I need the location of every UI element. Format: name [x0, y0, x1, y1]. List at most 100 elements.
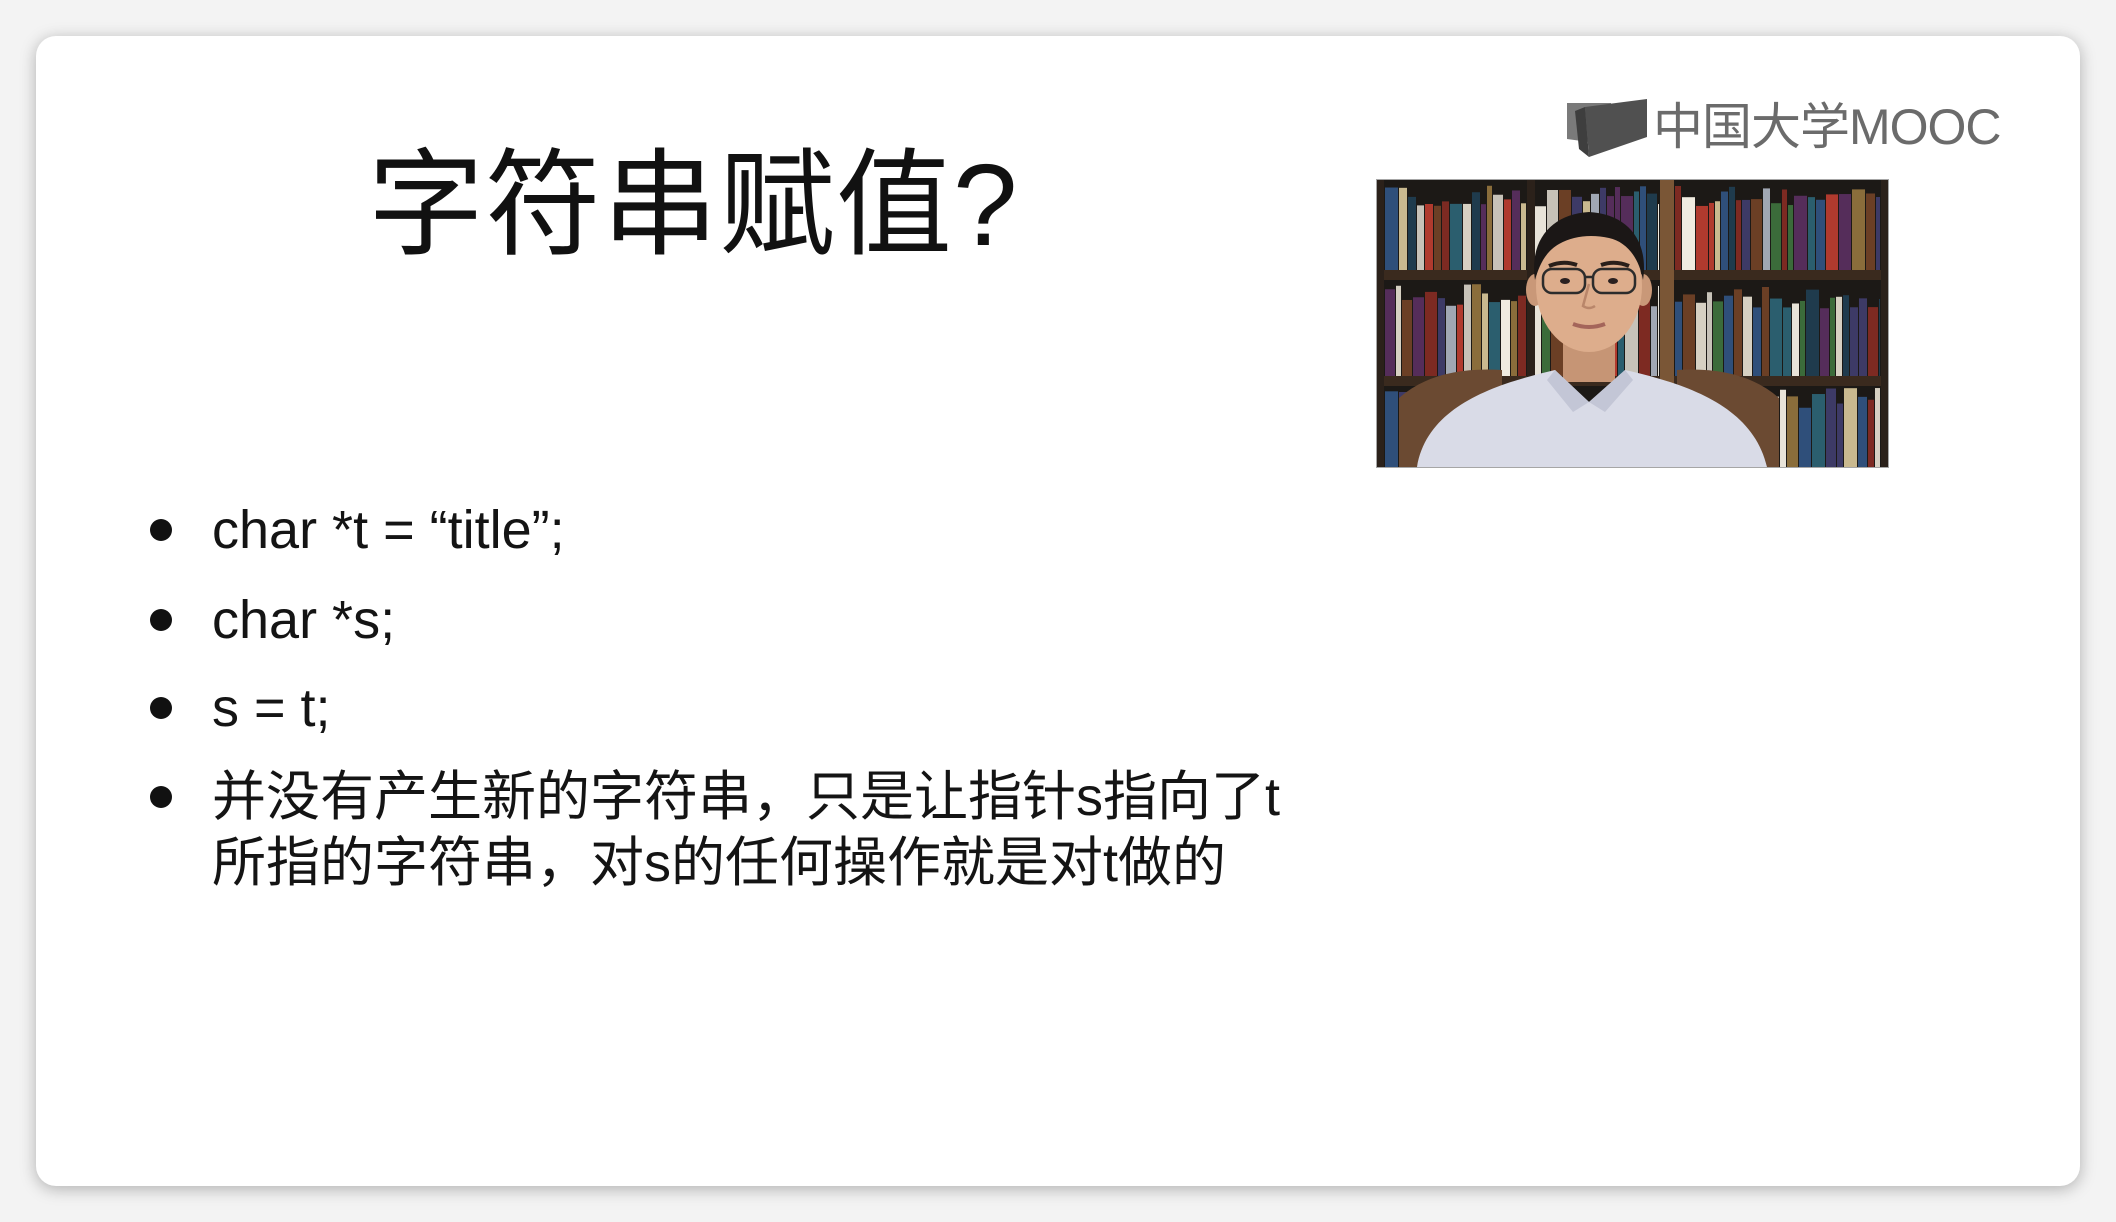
book: [1753, 307, 1761, 376]
book: [1859, 298, 1867, 376]
eye-left: [1560, 278, 1570, 284]
book: [1763, 188, 1770, 270]
book: [1463, 203, 1471, 270]
book: [1658, 204, 1659, 270]
book: [1729, 186, 1735, 270]
book: [1709, 202, 1714, 270]
open-book-icon: [1567, 99, 1647, 157]
book: [1446, 305, 1456, 376]
book: [1879, 298, 1880, 376]
book: [1385, 187, 1398, 270]
bullet-text: 并没有产生新的字符串，只是让指针s指向了t 所指的字符串，对s的任何操作就是对t…: [212, 764, 1280, 896]
book: [1826, 388, 1836, 467]
book: [1438, 298, 1445, 376]
slide-card: 字符串赋值? 中国大学MOOC char *t = “title”; char …: [36, 36, 2080, 1186]
book: [1425, 203, 1433, 270]
book: [1715, 201, 1720, 270]
bullet-text: char *t = “title”;: [212, 500, 565, 560]
book: [1512, 190, 1520, 270]
book: [1844, 388, 1857, 467]
book: [1721, 191, 1728, 270]
eye-right: [1608, 278, 1618, 284]
book: [1850, 307, 1858, 376]
shelf-post: [1881, 180, 1888, 467]
bullet-text: char *s;: [212, 590, 396, 650]
book: [1487, 185, 1492, 270]
book: [1836, 296, 1842, 376]
book: [1675, 186, 1681, 270]
book: [1762, 286, 1769, 376]
book: [1482, 293, 1488, 376]
book: [1417, 205, 1424, 270]
book: [1826, 194, 1838, 270]
book: [1858, 396, 1867, 467]
book: [1713, 301, 1723, 376]
book: [1501, 299, 1510, 376]
instructor-video[interactable]: [1377, 180, 1888, 467]
book: [1770, 298, 1782, 376]
book: [1866, 193, 1875, 270]
book: [1521, 203, 1526, 270]
bullet-text-line: 所指的字符串，对s的任何操作就是对t做的: [212, 833, 1227, 893]
book: [1442, 201, 1449, 270]
bullet-dot: [150, 519, 172, 541]
book: [1450, 203, 1462, 270]
book: [1493, 194, 1503, 270]
book: [1782, 189, 1787, 270]
book: [1799, 407, 1811, 467]
book: [1734, 289, 1742, 376]
book: [1751, 199, 1762, 270]
book: [1511, 301, 1517, 376]
book: [1820, 308, 1829, 376]
book: [1787, 396, 1798, 467]
book: [1457, 304, 1463, 376]
slide-title: 字符串赋值?: [368, 140, 1019, 270]
book: [1875, 388, 1880, 467]
book: [1396, 285, 1401, 376]
book: [1876, 197, 1880, 270]
book: [1792, 303, 1799, 376]
book: [1800, 300, 1805, 376]
book: [1780, 389, 1786, 467]
book: [1743, 296, 1752, 376]
bullet-dot: [150, 609, 172, 631]
shelf-post: [1377, 180, 1384, 467]
book: [1504, 199, 1511, 270]
book: [1788, 205, 1793, 270]
book: [1839, 194, 1851, 270]
book: [1489, 302, 1500, 376]
book: [1472, 284, 1481, 376]
book: [1724, 295, 1733, 376]
book: [1696, 302, 1706, 376]
bullet-text-line: 并没有产生新的字符串，只是让指针s指向了t: [212, 767, 1281, 827]
book: [1464, 284, 1471, 376]
book: [1434, 205, 1441, 270]
book: [1852, 189, 1865, 270]
book: [1683, 294, 1695, 376]
bullet-dot: [150, 786, 172, 808]
book: [1816, 199, 1825, 270]
book: [1794, 195, 1807, 270]
book: [1682, 197, 1695, 270]
book: [1868, 307, 1878, 376]
book: [1402, 299, 1412, 376]
logo-text: 中国大学MOOC: [1653, 99, 2002, 155]
book: [1771, 203, 1781, 270]
book: [1742, 199, 1750, 270]
book: [1658, 285, 1659, 376]
book: [1868, 399, 1874, 467]
book: [1736, 200, 1741, 270]
book: [1647, 193, 1657, 270]
book: [1830, 297, 1835, 376]
book: [1481, 204, 1486, 270]
book: [1408, 196, 1416, 270]
book: [1696, 205, 1708, 270]
book: [1808, 197, 1815, 270]
book: [1675, 301, 1682, 376]
book: [1385, 289, 1395, 376]
book: [1413, 297, 1424, 376]
bullet-text: s = t;: [212, 678, 331, 738]
book: [1385, 391, 1398, 467]
book: [1639, 299, 1650, 376]
book: [1806, 289, 1819, 376]
